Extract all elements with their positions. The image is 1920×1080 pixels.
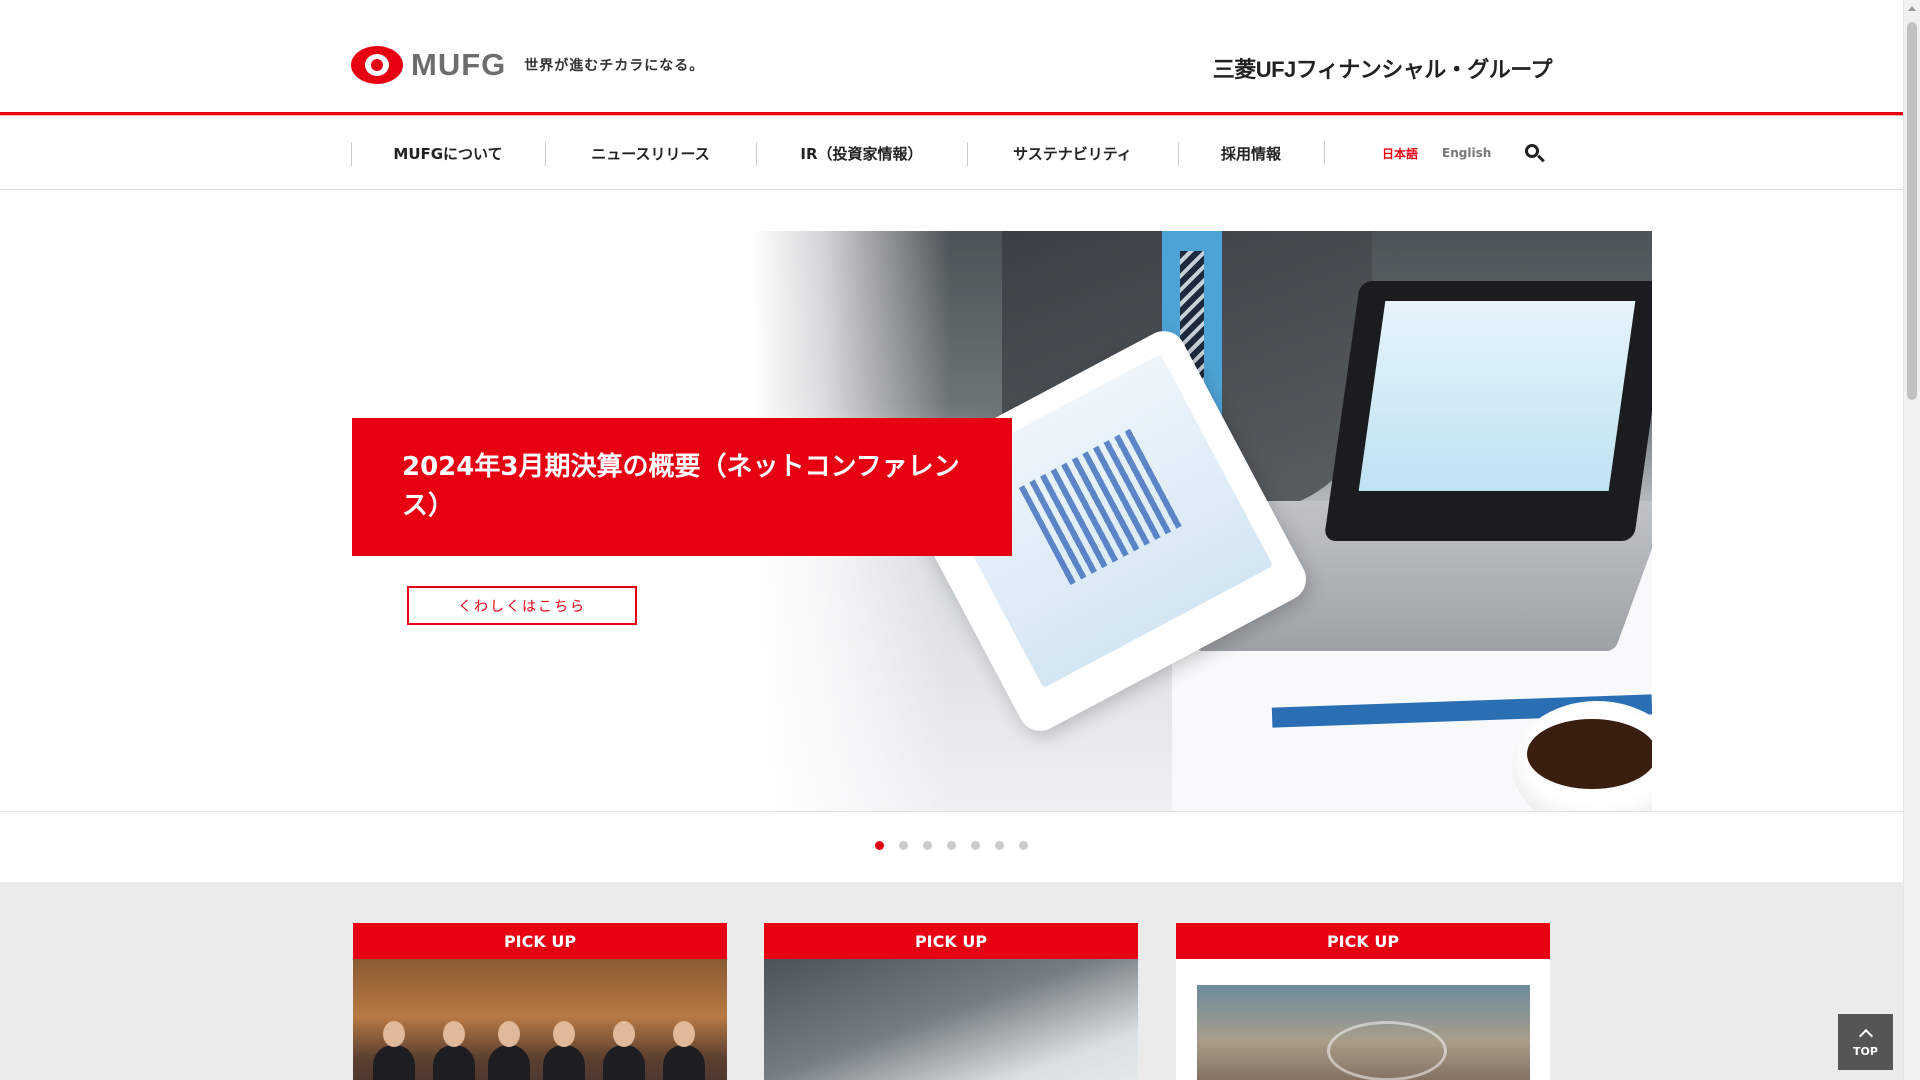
nav-item-ir[interactable]: IR（投資家情報） <box>756 116 967 190</box>
pickup-label: PICK UP <box>764 923 1138 959</box>
nav-item-recruit[interactable]: 採用情報 <box>1178 116 1324 190</box>
hero-title-box[interactable]: 2024年3月期決算の概要（ネットコンファレンス） <box>352 418 1012 556</box>
carousel-dot-1[interactable] <box>875 841 884 850</box>
lang-japanese[interactable]: 日本語 <box>1382 145 1418 162</box>
carousel-dots <box>875 841 1043 850</box>
chevron-up-icon <box>1858 1028 1873 1043</box>
pickup-image <box>1176 959 1550 1080</box>
carousel-dot-5[interactable] <box>971 841 980 850</box>
pickup-card[interactable]: PICK UP <box>764 923 1138 1080</box>
logo[interactable]: MUFG 世界が進むチカラになる。 <box>351 46 704 84</box>
header: MUFG 世界が進むチカラになる。 三菱UFJフィナンシャル・グループ <box>0 0 1903 112</box>
scrollbar[interactable] <box>1903 0 1920 1080</box>
pickup-card[interactable]: PICK UP <box>353 923 727 1080</box>
carousel-dot-2[interactable] <box>899 841 908 850</box>
logo-text: MUFG <box>411 47 507 82</box>
nav-item-news[interactable]: ニュースリリース <box>545 116 756 190</box>
pickup-image <box>764 959 1138 1080</box>
pickup-card[interactable]: PICK UP <box>1176 923 1550 1080</box>
mufg-logo-icon <box>351 46 403 84</box>
top-label: TOP <box>1853 1044 1878 1058</box>
carousel-dot-6[interactable] <box>995 841 1004 850</box>
hero-carousel: 2024年3月期決算の概要（ネットコンファレンス） くわしくはこちら <box>0 190 1903 812</box>
language-switch: 日本語 English <box>1382 116 1546 190</box>
lang-english[interactable]: English <box>1442 146 1491 160</box>
pickup-label: PICK UP <box>1176 923 1550 959</box>
global-nav: MUFGについて ニュースリリース IR（投資家情報） サステナビリティ 採用情… <box>0 116 1903 190</box>
nav-divider <box>1324 141 1325 165</box>
scroll-up-icon[interactable] <box>1908 6 1916 11</box>
pickup-section: PICK UP PICK UP PICK UP <box>0 882 1903 1080</box>
nav-item-about[interactable]: MUFGについて <box>351 116 545 190</box>
scroll-thumb[interactable] <box>1907 22 1917 400</box>
nav-item-sustainability[interactable]: サステナビリティ <box>967 116 1178 190</box>
search-icon[interactable] <box>1523 142 1546 164</box>
group-name[interactable]: 三菱UFJフィナンシャル・グループ <box>1213 52 1553 84</box>
carousel-dot-3[interactable] <box>923 841 932 850</box>
hero-title: 2024年3月期決算の概要（ネットコンファレンス） <box>402 452 960 521</box>
pickup-image <box>353 959 727 1080</box>
details-button[interactable]: くわしくはこちら <box>407 586 637 625</box>
back-to-top-button[interactable]: TOP <box>1838 1014 1893 1070</box>
pickup-label: PICK UP <box>353 923 727 959</box>
tagline: 世界が進むチカラになる。 <box>524 58 705 74</box>
page: MUFG 世界が進むチカラになる。 三菱UFJフィナンシャル・グループ MUFG… <box>0 0 1920 1080</box>
carousel-dot-4[interactable] <box>947 841 956 850</box>
carousel-dot-7[interactable] <box>1019 841 1028 850</box>
